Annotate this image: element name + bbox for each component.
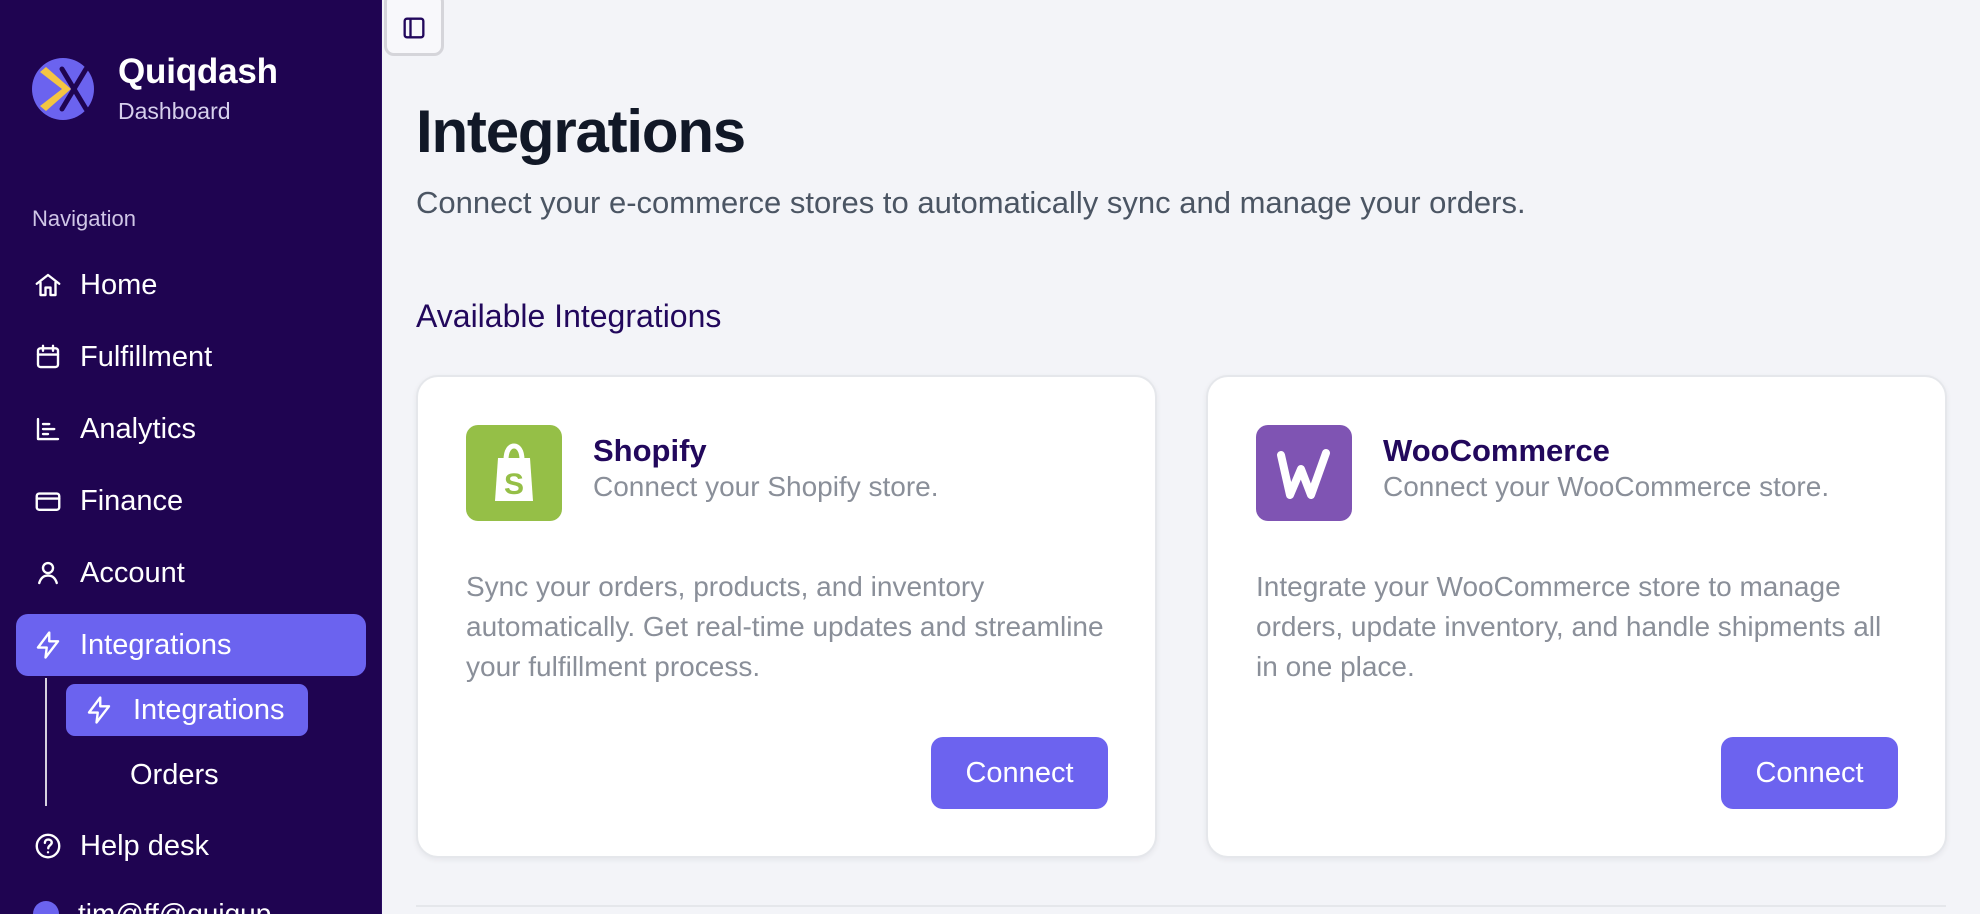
subitem-orders[interactable]: Orders [66, 749, 242, 801]
chart-icon [36, 417, 60, 441]
connect-shopify-button[interactable]: Connect [931, 737, 1108, 809]
user-label: tim@ff@quiqup [78, 898, 272, 914]
calendar-icon [36, 344, 60, 369]
subitem-label: Orders [130, 759, 219, 791]
help-circle-icon [35, 833, 61, 859]
sidebar-toggle-button[interactable] [384, 0, 444, 56]
sidebar-item-label: Help desk [80, 830, 209, 862]
submenu-rail [45, 678, 47, 806]
sidebar-item-label: Home [80, 269, 158, 301]
sidebar-item-integrations[interactable]: Integrations [16, 614, 366, 676]
card-title: WooCommerce [1383, 433, 1610, 468]
card-subtitle: Connect your Shopify store. [593, 471, 939, 502]
sidebar-toggle-icon [403, 17, 425, 39]
sidebar-item-label: Fulfillment [80, 341, 213, 373]
svg-text:S: S [504, 468, 524, 501]
section-title: Available Integrations [416, 298, 722, 334]
content-divider [416, 905, 1946, 907]
avatar [33, 901, 59, 914]
woocommerce-logo [1256, 425, 1352, 521]
user-icon [38, 561, 58, 585]
card-description: Sync your orders, products, and inventor… [466, 571, 1104, 682]
sidebar-item-account[interactable]: Account [16, 542, 366, 604]
subitem-integrations[interactable]: Integrations [66, 684, 308, 736]
connect-woocommerce-button[interactable]: Connect [1721, 737, 1898, 809]
sidebar-item-label: Finance [80, 485, 184, 517]
brand-text: Quiqdash Dashboard [118, 52, 278, 126]
shopify-logo-icon: S [495, 443, 533, 501]
woocommerce-logo-icon [1277, 449, 1330, 499]
sidebar-item-home[interactable]: Home [16, 254, 366, 316]
sidebar-item-help-desk[interactable]: Help desk [16, 815, 366, 877]
lightning-icon [36, 631, 60, 659]
woocommerce-integration-card: WooCommerce Connect your WooCommerce sto… [1206, 375, 1947, 858]
shopify-integration-card: S Shopify Connect your Shopify store. Sy… [416, 375, 1157, 858]
sidebar-item-analytics[interactable]: Analytics [16, 398, 366, 460]
card-description: Integrate your WooCommerce store to mana… [1256, 571, 1882, 682]
sidebar-item-label: Analytics [80, 413, 197, 445]
subitem-label: Integrations [133, 694, 285, 726]
card-subtitle: Connect your WooCommerce store. [1383, 471, 1830, 502]
quiqdash-logo-icon [32, 58, 94, 120]
page-title: Integrations [416, 98, 746, 165]
brand-name: Quiqdash [118, 52, 278, 91]
home-icon [35, 273, 61, 297]
current-user[interactable]: tim@ff@quiqup [33, 899, 271, 914]
sidebar-item-label: Integrations [80, 629, 232, 661]
credit-card-icon [35, 492, 61, 511]
brand-subtitle: Dashboard [118, 98, 231, 124]
card-title: Shopify [593, 433, 707, 468]
navigation-title: Navigation [32, 206, 136, 231]
sidebar-item-finance[interactable]: Finance [16, 470, 366, 532]
sidebar-item-label: Account [80, 557, 185, 589]
shopify-logo: S [466, 425, 562, 521]
sidebar: Quiqdash Dashboard Navigation Home Fulfi… [0, 0, 382, 914]
page-description: Connect your e-commerce stores to automa… [416, 185, 1526, 220]
lightning-icon [87, 696, 111, 724]
sidebar-item-fulfillment[interactable]: Fulfillment [16, 326, 366, 388]
brand[interactable]: Quiqdash Dashboard [31, 52, 278, 126]
